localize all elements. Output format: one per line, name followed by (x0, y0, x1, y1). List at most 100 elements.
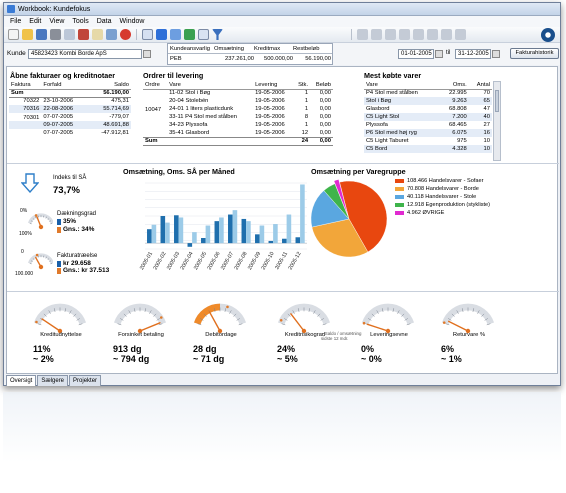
print-icon[interactable] (50, 29, 61, 40)
bar (151, 224, 157, 244)
separator (351, 29, 352, 40)
orders-sum-qty: 24 (293, 136, 311, 146)
balance-average: Gns.: kr 37.513 (63, 267, 110, 274)
date-from-calendar-icon[interactable] (435, 50, 443, 58)
item-revenue: 22.995 (449, 90, 467, 97)
date-to-calendar-icon[interactable] (492, 50, 500, 58)
menu-edit[interactable]: Edit (29, 18, 41, 25)
table-row[interactable]: 20-04 Stolebén 19-05-2006 1 0,00 (143, 97, 333, 105)
toolbar (4, 27, 560, 43)
due-date: 09-07-2005 (41, 121, 88, 129)
legend-swatch (395, 211, 404, 215)
bar (286, 214, 292, 244)
table-row[interactable]: 07-07-2005 -47.912,81 (9, 129, 131, 137)
bar (295, 237, 301, 244)
invoice-history-button[interactable]: Fakturahistorik (510, 48, 559, 59)
kpi-header-kreditmax: Kreditmax (254, 45, 281, 52)
new-icon[interactable] (8, 29, 19, 40)
date-to-field[interactable]: 31-12-2005 (455, 49, 491, 59)
pie-chart-title: Omsætning per Varegruppe (311, 167, 406, 176)
tab-projekter[interactable]: Projekter (69, 375, 102, 386)
outdent-icon[interactable] (399, 29, 410, 40)
balance-value: kr 29.658 (63, 260, 91, 267)
table-row[interactable]: 33-11 P4 Stol med stålben 19-05-2006 8 0,00 (143, 113, 333, 121)
table-row[interactable]: C5 Light Taburet 975 10 (364, 137, 492, 145)
preview-icon[interactable] (64, 29, 75, 40)
table-row[interactable]: 09-07-2005 48.691,88 (9, 121, 131, 129)
bar (246, 221, 251, 244)
amount: 0,00 (319, 129, 331, 136)
stop-icon[interactable] (120, 29, 131, 40)
kpi-gauge (113, 303, 167, 334)
gauge-average: ~ 2% (33, 354, 54, 364)
layout-icon[interactable] (156, 29, 167, 40)
indent-icon[interactable] (385, 29, 396, 40)
sort-descending-icon[interactable] (371, 29, 382, 40)
quantity: 1 (304, 98, 309, 104)
table-row[interactable]: P4 Stol med stålben 22.995 70 (364, 89, 492, 97)
menu-file[interactable]: File (10, 18, 21, 25)
refresh-icon[interactable] (184, 29, 195, 40)
edit-icon[interactable] (106, 29, 117, 40)
menu-view[interactable]: View (49, 18, 64, 25)
table-row[interactable]: 70322 23-10-2006 475,31 (9, 97, 131, 105)
copy-icon[interactable] (142, 29, 153, 40)
sort-ascending-icon[interactable] (357, 29, 368, 40)
item-name: Glasbord (366, 106, 390, 112)
mail-icon[interactable] (92, 29, 103, 40)
menu-tools[interactable]: Tools (72, 18, 88, 25)
invoice-number: 70316 (9, 105, 42, 113)
table-row[interactable]: 10047 24-01 1 liters plasticdunk 19-05-200… (143, 105, 333, 113)
table-row[interactable]: P6 Stol med høj ryg 6.075 16 (364, 129, 492, 137)
bullets-icon[interactable] (427, 29, 438, 40)
grid-icon[interactable] (170, 29, 181, 40)
table-row[interactable]: 70301 07-07-2005 -779,07 (9, 113, 131, 121)
calendar-icon[interactable] (198, 29, 209, 40)
tab-saelgere[interactable]: Sælgere (37, 375, 69, 386)
filter-bar: Kunde 45823423 Kombi Borde ApS Kundeansv… (4, 43, 560, 65)
item: 35-41 Glasbord (169, 129, 210, 136)
top-items-scrollbar[interactable] (493, 81, 501, 161)
save-icon[interactable] (36, 29, 47, 40)
scroll-thumb[interactable] (495, 90, 499, 112)
gauge-needle (208, 311, 221, 332)
table-row[interactable]: 34-23 Plyssofa 19-05-2006 1 0,00 (143, 121, 333, 129)
table-row[interactable]: C5 Light Stol 7.200 40 (364, 113, 492, 121)
item: 24-01 1 liters plasticdunk (169, 106, 234, 112)
table-row[interactable]: Plyssofa 68.465 27 (364, 121, 492, 129)
zoom-icon[interactable] (441, 29, 452, 40)
open-icon[interactable] (22, 29, 33, 40)
bar (160, 216, 166, 244)
legend-item: 70.808 Handelsvarer - Borde (395, 185, 557, 193)
kpi-value-kreditmax: 500.000,00 (263, 56, 293, 62)
amount: 0,00 (319, 114, 331, 120)
company-logo-icon (541, 28, 555, 42)
export-icon[interactable] (78, 29, 89, 40)
kpi-header-omsaetning: Omsætning (214, 45, 244, 52)
table-row[interactable]: Glasbord 68.808 47 (364, 105, 492, 113)
customer-dropdown-icon[interactable] (143, 50, 151, 58)
legend-swatch (395, 203, 404, 207)
table-row[interactable]: C5 Bord 4.328 10 (364, 145, 492, 153)
balance: 48.691,88 (87, 121, 131, 129)
date-from-field[interactable]: 01-01-2005 (398, 49, 434, 59)
menu-data[interactable]: Data (97, 18, 112, 25)
settings-icon[interactable] (455, 29, 466, 40)
gauge-hub (38, 224, 44, 230)
kpi-header-restbeloeb: Restbeløb (293, 45, 320, 52)
menu-window[interactable]: Window (120, 18, 145, 25)
tab-oversigt[interactable]: Oversigt (6, 375, 37, 386)
table-row[interactable]: 35-41 Glasbord 19-05-2006 12 0,00 (143, 129, 333, 137)
table-row[interactable]: 70316 22-08-2006 55.714,69 (9, 105, 131, 113)
customer-select[interactable]: 45823423 Kombi Borde ApS (28, 49, 142, 59)
balance-max-label: 100.000 (15, 271, 34, 277)
table-row[interactable]: 11-02 Stol i Bøg 19-05-2006 1 0,00 (143, 89, 333, 97)
filter-icon[interactable] (212, 29, 223, 40)
sum-value: 56.190,00 (87, 88, 131, 98)
table-row[interactable]: Stol i Bøg 9.263 65 (364, 97, 492, 105)
legend-label: 40.118 Handelsvarer - Stole (407, 194, 477, 200)
gauge-average-marker (35, 253, 39, 257)
bar-chart-title: Omsætning, Oms. SÅ per Måned (123, 167, 235, 176)
bar (273, 224, 278, 244)
align-icon[interactable] (413, 29, 424, 40)
